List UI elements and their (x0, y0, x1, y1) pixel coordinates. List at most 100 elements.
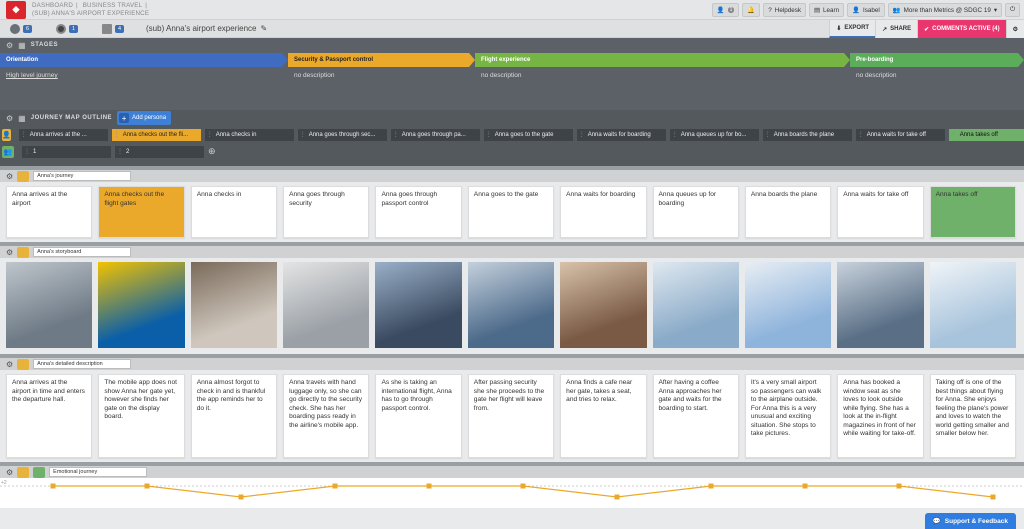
edit-icon[interactable]: ✎ (260, 24, 267, 33)
stage-0[interactable]: Orientation (0, 53, 288, 67)
lane-name-input[interactable]: Anna's journey (33, 171, 132, 181)
journey-card[interactable]: Anna checks in (190, 186, 278, 238)
export-button[interactable]: ⬇ EXPORT (829, 20, 876, 38)
helpdesk-button[interactable]: ? Helpdesk (763, 3, 807, 17)
gear-icon[interactable]: ⚙ (6, 41, 13, 50)
outline-step[interactable]: ⋮ Anna goes to the gate (483, 128, 573, 141)
outline-step[interactable]: ⋮ Anna boards the plane (762, 128, 852, 141)
description-card[interactable]: After having a coffee Anna approaches he… (652, 374, 739, 458)
outline-step-label: Anna waits for boarding (587, 131, 651, 138)
persona-icon (10, 23, 20, 34)
plane-takeoff-photo[interactable] (929, 262, 1016, 348)
support-label: Support & Feedback (944, 517, 1008, 525)
add-row-icon[interactable]: ⊕ (208, 146, 216, 157)
journey-card[interactable]: Anna queues up for boarding (652, 186, 739, 238)
description-card[interactable]: Anna travels with hand luggage only, so … (283, 374, 370, 458)
journey-card[interactable]: Anna takes off (929, 186, 1016, 238)
description-card[interactable]: Anna finds a cafe near her gate, takes a… (560, 374, 647, 458)
outline-step[interactable]: ⋮ Anna waits for take off (855, 128, 945, 141)
support-feedback-button[interactable]: 💬 Support & Feedback (924, 513, 1016, 529)
gear-icon[interactable]: ⚙ (6, 114, 13, 123)
stat-maps[interactable]: 4 (102, 23, 138, 34)
description-card[interactable]: The mobile app does not show Anna her ga… (98, 374, 185, 458)
journey-card[interactable]: Anna checks out the flight gates (98, 186, 185, 238)
cafe-seat-photo[interactable] (560, 262, 647, 348)
gear-icon[interactable]: ⚙ (6, 172, 13, 181)
alerts-button[interactable]: 🔔 (742, 3, 761, 17)
stat-personas[interactable]: 6 (10, 23, 46, 34)
description-card[interactable]: It's a very small airport so passengers … (744, 374, 832, 458)
outline-step[interactable]: ⋮ Anna takes off (948, 128, 1024, 141)
gear-icon[interactable]: ⚙ (6, 468, 13, 477)
departures-board-photo[interactable] (98, 262, 185, 348)
check-in-desk-photo[interactable] (190, 262, 278, 348)
passport-control-photo[interactable] (375, 262, 462, 348)
user-name: Isabel (862, 6, 880, 14)
page-title-text: (sub) Anna's airport experience (146, 24, 257, 33)
persona-avatar-icon[interactable]: 👤 (2, 128, 11, 141)
user-menu[interactable]: 👤 Isabel (847, 3, 885, 17)
stage-2[interactable]: Flight experience (475, 53, 850, 67)
persona-icon (17, 246, 30, 258)
share-icon: ↗ (882, 26, 888, 33)
app-logo[interactable]: ◆ (6, 0, 26, 19)
lane-name-input[interactable]: Anna's storyboard (33, 247, 132, 257)
learn-label: Learn (823, 6, 840, 14)
journey-card[interactable]: Anna boards the plane (744, 186, 832, 238)
notifications-button[interactable]: 👤 1 (711, 3, 740, 17)
outline-step[interactable]: ⋮ Anna arrives at the ... (18, 128, 108, 141)
outline-step[interactable]: ⋮ Anna queues up for bo... (669, 128, 759, 141)
description-card[interactable]: Anna arrives at the airport in time and … (6, 374, 93, 458)
outline-step[interactable]: ⋮ Anna checks out the fli... (111, 128, 201, 141)
outline-steps-row: 👤 ⋮ Anna arrives at the ... ⋮ Anna checks o… (0, 126, 1024, 143)
learn-button[interactable]: ▤ Learn (809, 3, 845, 17)
stage-1[interactable]: Security & Passport control (288, 53, 475, 67)
boarding-stairs-photo[interactable] (744, 262, 832, 348)
settings-button[interactable]: ⚙ (1005, 20, 1024, 38)
journey-card[interactable]: Anna arrives at the airport (6, 186, 93, 238)
lane-name-input[interactable]: Emotional journey (49, 467, 148, 477)
description-card[interactable]: Anna has booked a window seat as she lov… (837, 374, 924, 458)
gear-icon[interactable]: ⚙ (6, 360, 13, 369)
security-scanner-photo[interactable] (283, 262, 370, 348)
outline-step[interactable]: ⋮ Anna goes through pa... (390, 128, 480, 141)
description-card[interactable]: As she is taking an international flight… (375, 374, 462, 458)
plane-cabin-photo[interactable] (837, 262, 924, 348)
breadcrumb-business-travel[interactable]: BUSINESS TRAVEL (83, 2, 143, 9)
stage-description: no description (481, 72, 522, 79)
outline-step[interactable]: ⋮ Anna checks in (204, 128, 294, 141)
share-button[interactable]: ↗ SHARE (875, 20, 918, 38)
journey-card[interactable]: Anna goes through security (283, 186, 370, 238)
persona-icon (17, 170, 30, 182)
plus-icon: + (119, 113, 130, 123)
journey-card[interactable]: Anna goes to the gate (467, 186, 555, 238)
airport-hall-photo[interactable] (6, 262, 93, 348)
stage-description[interactable]: High level journey (0, 67, 288, 95)
persona-icon (17, 466, 30, 478)
outline-row-2[interactable]: ⋮ 2 (115, 145, 204, 158)
power-button[interactable]: ⏻ (1005, 3, 1020, 17)
stage-3[interactable]: Pre-boarding (850, 53, 1024, 67)
journey-card[interactable]: Anna waits for boarding (560, 186, 647, 238)
journey-card[interactable]: Anna waits for take off (837, 186, 924, 238)
persona-group-icon[interactable]: 👥 (2, 145, 14, 158)
description-card[interactable]: Anna almost forgot to check in and is th… (190, 374, 278, 458)
add-persona-button[interactable]: + Add persona (117, 111, 172, 125)
outline-step[interactable]: ⋮ Anna waits for boarding (576, 128, 666, 141)
gate-window-photo[interactable] (652, 262, 739, 348)
comments-button[interactable]: ✔ COMMENTS ACTIVE (4) (917, 20, 1006, 38)
terminal-walkway-photo[interactable] (467, 262, 555, 348)
breadcrumb-dashboard[interactable]: DASHBOARD (32, 2, 73, 9)
outline-numbers-row: 👥 ⋮ 1 ⋮ 2 ⊕ (0, 143, 1024, 160)
workspace-selector[interactable]: 👥 More than Metrics @ SDGC 19 ▾ (887, 3, 1003, 17)
drag-handle-icon: ⋮ (24, 149, 30, 155)
description-card[interactable]: Taking off is one of the best things abo… (929, 374, 1016, 458)
gear-icon[interactable]: ⚙ (6, 248, 13, 257)
outline-row-1[interactable]: ⋮ 1 (22, 145, 111, 158)
lane-name-input[interactable]: Anna's detailed description (33, 359, 132, 369)
outline-step[interactable]: ⋮ Anna goes through sec... (297, 128, 387, 141)
stat-touchpoints[interactable]: 1 (56, 23, 92, 34)
journey-card[interactable]: Anna goes through passport control (375, 186, 462, 238)
description-card[interactable]: After passing security she she proceeds … (467, 374, 555, 458)
emotion-point (50, 483, 56, 489)
